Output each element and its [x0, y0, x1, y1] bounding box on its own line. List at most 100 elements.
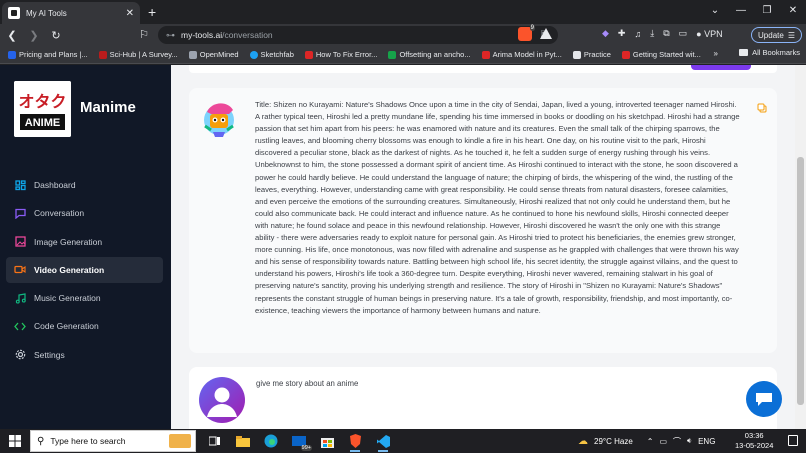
- main-content: Title: Shizen no Kurayami: Nature's Shad…: [171, 65, 795, 429]
- bookmark-favicon-icon: [249, 50, 258, 59]
- bookmarks-bar: Pricing and Plans |... Sci-Hub | A Surve…: [0, 46, 806, 64]
- system-tray: ☁ 29°C Haze ⌃ ▭ ⌒ 🔉︎ ENG: [578, 429, 715, 453]
- browser-tab[interactable]: My AI Tools ✕: [2, 2, 140, 24]
- extensions-icon[interactable]: ✚: [618, 28, 626, 39]
- weather-icon[interactable]: ☁: [578, 436, 588, 447]
- folder-icon: [739, 49, 749, 56]
- bookmark-favicon-icon: [572, 50, 581, 59]
- tab-favicon-icon: [8, 7, 20, 19]
- file-explorer-icon[interactable]: [232, 431, 254, 451]
- update-button[interactable]: Update ☰: [751, 27, 802, 43]
- bookmark-item[interactable]: Sketchfab: [249, 50, 294, 59]
- bookmark-item[interactable]: Practice: [572, 50, 611, 59]
- user-message-text: give me story about an anime: [256, 379, 359, 388]
- sidebar-toggle-icon[interactable]: ▭: [679, 28, 688, 39]
- bookmark-item[interactable]: Pricing and Plans |...: [8, 50, 88, 59]
- network-icon[interactable]: ⌒: [673, 436, 681, 447]
- chat-icon: [14, 207, 26, 219]
- mail-icon[interactable]: 99+: [288, 431, 312, 451]
- image-icon: [14, 236, 26, 248]
- bot-response-card: Title: Shizen no Kurayami: Nature's Shad…: [189, 88, 777, 353]
- video-icon: [14, 264, 26, 276]
- new-tab-icon[interactable]: +: [148, 4, 156, 20]
- more-bookmarks-icon[interactable]: »: [714, 49, 718, 58]
- bookmark-favicon-icon: [188, 50, 197, 59]
- tab-title: My AI Tools: [26, 8, 67, 18]
- bot-response-text: Title: Shizen no Kurayami: Nature's Shad…: [255, 100, 740, 315]
- bookmark-item[interactable]: Arima Model in Pyt...: [481, 50, 562, 59]
- back-icon[interactable]: ❮: [2, 29, 22, 42]
- window-controls: ⌄ — ❐ ✕: [702, 2, 806, 20]
- previous-message-card: [189, 65, 777, 73]
- screenshot-icon[interactable]: ⧉: [663, 28, 669, 39]
- app-logo[interactable]: オタク ANIME: [14, 81, 71, 137]
- forward-icon[interactable]: ❯: [24, 29, 44, 42]
- reload-icon[interactable]: ↻: [46, 29, 66, 42]
- site-info-icon[interactable]: ⊶: [166, 30, 175, 41]
- sidebar-item-image-generation[interactable]: Image Generation: [6, 229, 163, 255]
- user-avatar-icon: [207, 387, 237, 417]
- sidebar-nav: Dashboard Conversation Image Generation …: [6, 172, 163, 370]
- bookmark-favicon-icon: [388, 50, 397, 59]
- code-icon: [14, 320, 26, 332]
- taskbar-search[interactable]: ⚲ Type here to search: [30, 430, 196, 452]
- browser-toolbar: ❮ ❯ ↻ ⚐ ⊶ my-tools.ai/conversation ⇱ 9 ◆…: [0, 24, 806, 46]
- restore-icon[interactable]: ❐: [754, 2, 780, 20]
- close-tab-icon[interactable]: ✕: [126, 8, 134, 19]
- sidebar-item-dashboard[interactable]: Dashboard: [6, 172, 163, 198]
- task-view-icon[interactable]: [204, 431, 226, 451]
- page-scrollbar[interactable]: [795, 65, 806, 429]
- sidebar-item-conversation[interactable]: Conversation: [6, 200, 163, 226]
- bookmark-favicon-icon: [481, 50, 490, 59]
- bookmark-item[interactable]: Offsetting an ancho...: [388, 50, 471, 59]
- sidebar-item-video-generation[interactable]: Video Generation: [6, 256, 163, 283]
- sidebar-item-code-generation[interactable]: Code Generation: [6, 313, 163, 339]
- store-icon[interactable]: [316, 431, 338, 451]
- user-avatar: [199, 377, 245, 423]
- browser-tab-strip: My AI Tools ✕ + ⌄ — ❐ ✕: [0, 0, 806, 24]
- leo-ai-icon[interactable]: ◆: [602, 28, 609, 39]
- weather-text[interactable]: 29°C Haze: [594, 437, 633, 446]
- vpn-button[interactable]: ● VPN: [696, 29, 722, 39]
- bookmark-item[interactable]: Sci-Hub | A Survey...: [98, 50, 178, 59]
- bookmark-item[interactable]: OpenMined: [188, 50, 239, 59]
- generate-button[interactable]: [691, 65, 751, 70]
- vscode-icon[interactable]: [372, 431, 394, 452]
- notification-icon[interactable]: [788, 435, 798, 446]
- tab-search-icon[interactable]: ⌄: [702, 2, 728, 20]
- all-bookmarks-button[interactable]: All Bookmarks: [739, 48, 800, 57]
- bookmark-favicon-icon: [8, 50, 16, 59]
- bot-avatar-icon: [204, 103, 234, 137]
- taskbar-clock[interactable]: 03:36 13-05-2024: [735, 431, 773, 451]
- minimize-icon[interactable]: —: [728, 2, 754, 20]
- language-indicator[interactable]: ENG: [698, 437, 715, 446]
- sidebar-item-settings[interactable]: Settings: [6, 342, 163, 368]
- battery-icon[interactable]: ▭: [659, 437, 667, 446]
- edge-icon[interactable]: [260, 431, 282, 451]
- sidebar-item-music-generation[interactable]: Music Generation: [6, 285, 163, 311]
- close-window-icon[interactable]: ✕: [780, 2, 806, 20]
- brave-shield-icon[interactable]: 9: [518, 25, 535, 41]
- bookmark-item[interactable]: Getting Started wit...: [621, 50, 701, 59]
- chat-support-button[interactable]: [746, 381, 782, 417]
- address-bar[interactable]: ⊶ my-tools.ai/conversation ⇱: [158, 26, 558, 44]
- chat-bubble-icon: [756, 393, 772, 406]
- scrollbar-thumb[interactable]: [797, 157, 804, 405]
- search-highlight-icon: [169, 434, 191, 448]
- brave-rewards-icon[interactable]: [540, 28, 552, 39]
- chevron-up-icon[interactable]: ⌃: [647, 437, 654, 446]
- youtube-icon: [621, 50, 630, 59]
- copy-icon[interactable]: [757, 100, 767, 113]
- windows-start-icon[interactable]: [3, 429, 27, 453]
- bookmark-page-icon[interactable]: ⚐: [134, 28, 154, 41]
- brave-browser-icon[interactable]: [344, 431, 366, 452]
- volume-icon[interactable]: 🔉︎: [687, 436, 692, 446]
- user-message-card: give me story about an anime: [189, 367, 777, 429]
- download-icon[interactable]: ⤓: [650, 28, 654, 39]
- svg-text:ANIME: ANIME: [25, 117, 60, 129]
- bookmark-item[interactable]: How To Fix Error...: [304, 50, 377, 59]
- logo-icon: オタク ANIME: [14, 81, 71, 137]
- taskbar-apps: 99+: [204, 431, 394, 452]
- url-text: my-tools.ai/conversation: [181, 30, 273, 40]
- media-icon[interactable]: ♫: [634, 29, 641, 39]
